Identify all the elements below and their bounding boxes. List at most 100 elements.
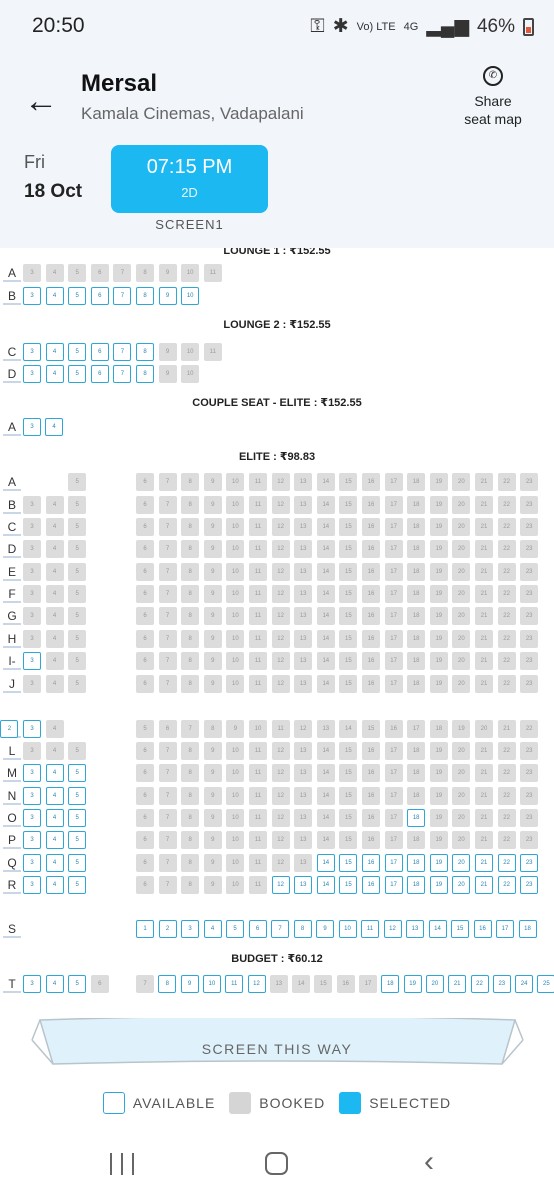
seat-5[interactable]: 5 <box>68 854 87 872</box>
seat-3[interactable]: 3 <box>23 287 41 305</box>
seat-7[interactable]: 7 <box>271 920 289 938</box>
seat-4[interactable]: 4 <box>45 343 64 361</box>
seat-7[interactable]: 7 <box>113 287 132 305</box>
recents-icon[interactable] <box>110 1153 134 1175</box>
nav-back-icon[interactable]: ‹ <box>424 1147 434 1177</box>
seat-18[interactable]: 18 <box>518 920 537 938</box>
seat-4[interactable]: 4 <box>45 764 64 782</box>
seat-3[interactable]: 3 <box>23 831 41 849</box>
seat-8[interactable]: 8 <box>136 365 154 383</box>
seat-19[interactable]: 19 <box>403 975 422 993</box>
seat-6[interactable]: 6 <box>248 920 267 938</box>
seat-5[interactable]: 5 <box>68 764 87 782</box>
home-icon[interactable] <box>265 1152 288 1175</box>
seat-17[interactable]: 17 <box>384 876 403 894</box>
seat-8[interactable]: 8 <box>158 975 177 993</box>
showtime-button[interactable]: 07:15 PM 2D <box>111 145 268 213</box>
seat-5[interactable]: 5 <box>68 809 87 827</box>
seat-19[interactable]: 19 <box>429 854 448 872</box>
seat-8[interactable]: 8 <box>136 287 154 305</box>
share-seat-map-button[interactable]: ✆ Share seat map <box>448 64 538 128</box>
seat-10[interactable]: 10 <box>202 975 221 993</box>
seat-18[interactable]: 18 <box>407 809 426 827</box>
seat-5[interactable]: 5 <box>68 365 87 383</box>
seat-5[interactable]: 5 <box>68 343 87 361</box>
seat-11[interactable]: 11 <box>225 975 244 993</box>
seat-12[interactable]: 12 <box>271 876 290 894</box>
seat-13[interactable]: 13 <box>294 876 313 894</box>
seat-22[interactable]: 22 <box>497 854 516 872</box>
seat-19[interactable]: 19 <box>429 876 448 894</box>
seat-13[interactable]: 13 <box>406 920 424 938</box>
seat-23[interactable]: 23 <box>520 876 539 894</box>
seat-16[interactable]: 16 <box>362 876 380 894</box>
seat-10[interactable]: 10 <box>338 920 357 938</box>
seat-14[interactable]: 14 <box>316 876 335 894</box>
seat-9[interactable]: 9 <box>158 287 177 305</box>
seat-15[interactable]: 15 <box>339 854 358 872</box>
seat-6[interactable]: 6 <box>90 365 109 383</box>
seat-5[interactable]: 5 <box>68 831 87 849</box>
seat-18[interactable]: 18 <box>381 975 400 993</box>
seat-2[interactable]: 2 <box>0 720 19 738</box>
seat-4[interactable]: 4 <box>45 854 64 872</box>
seat-3[interactable]: 3 <box>23 809 41 827</box>
seat-3[interactable]: 3 <box>181 920 199 938</box>
seat-4[interactable]: 4 <box>45 365 64 383</box>
seat-4[interactable]: 4 <box>45 287 64 305</box>
seat-15[interactable]: 15 <box>339 876 358 894</box>
seat-3[interactable]: 3 <box>23 975 41 993</box>
seat-21[interactable]: 21 <box>448 975 467 993</box>
seat-14[interactable]: 14 <box>316 854 335 872</box>
seat-15[interactable]: 15 <box>451 920 469 938</box>
seat-5[interactable]: 5 <box>68 975 87 993</box>
seat-3[interactable]: 3 <box>23 343 41 361</box>
seat-4[interactable]: 4 <box>203 920 222 938</box>
seat-8[interactable]: 8 <box>136 343 154 361</box>
seat-11[interactable]: 11 <box>361 920 379 938</box>
seat-3[interactable]: 3 <box>23 720 41 738</box>
seat-4[interactable]: 4 <box>45 787 64 805</box>
seat-22[interactable]: 22 <box>497 876 516 894</box>
seat-17[interactable]: 17 <box>384 854 403 872</box>
seat-5[interactable]: 5 <box>226 920 244 938</box>
seat-16[interactable]: 16 <box>473 920 492 938</box>
seat-9[interactable]: 9 <box>316 920 334 938</box>
seat-4[interactable]: 4 <box>45 876 64 894</box>
seat-4[interactable]: 4 <box>45 975 64 993</box>
seat-4[interactable]: 4 <box>45 418 63 436</box>
seat-17[interactable]: 17 <box>496 920 514 938</box>
seat-3[interactable]: 3 <box>23 787 41 805</box>
seat-6[interactable]: 6 <box>90 287 109 305</box>
seat-14[interactable]: 14 <box>428 920 447 938</box>
seat-5[interactable]: 5 <box>68 787 87 805</box>
seat-21[interactable]: 21 <box>475 854 493 872</box>
seat-5[interactable]: 5 <box>68 876 87 894</box>
seat-3[interactable]: 3 <box>23 854 41 872</box>
seat-20[interactable]: 20 <box>425 975 444 993</box>
seat-24[interactable]: 24 <box>515 975 534 993</box>
seat-9[interactable]: 9 <box>180 975 199 993</box>
seat-5[interactable]: 5 <box>68 287 87 305</box>
seat-16[interactable]: 16 <box>362 854 380 872</box>
seat-8[interactable]: 8 <box>293 920 312 938</box>
seat-18[interactable]: 18 <box>407 854 426 872</box>
seat-12[interactable]: 12 <box>247 975 266 993</box>
seat-21[interactable]: 21 <box>475 876 493 894</box>
seat-3[interactable]: 3 <box>23 764 41 782</box>
back-arrow-icon[interactable]: ← <box>24 82 58 121</box>
seat-3[interactable]: 3 <box>23 652 41 670</box>
seat-22[interactable]: 22 <box>470 975 489 993</box>
seat-20[interactable]: 20 <box>452 876 471 894</box>
seat-12[interactable]: 12 <box>383 920 402 938</box>
seat-23[interactable]: 23 <box>520 854 539 872</box>
seat-7[interactable]: 7 <box>113 365 132 383</box>
seat-10[interactable]: 10 <box>181 287 200 305</box>
seat-4[interactable]: 4 <box>45 831 64 849</box>
seat-7[interactable]: 7 <box>113 343 132 361</box>
seat-3[interactable]: 3 <box>23 365 41 383</box>
seat-18[interactable]: 18 <box>407 876 426 894</box>
seat-20[interactable]: 20 <box>452 854 471 872</box>
seat-6[interactable]: 6 <box>90 343 109 361</box>
seat-4[interactable]: 4 <box>45 809 64 827</box>
